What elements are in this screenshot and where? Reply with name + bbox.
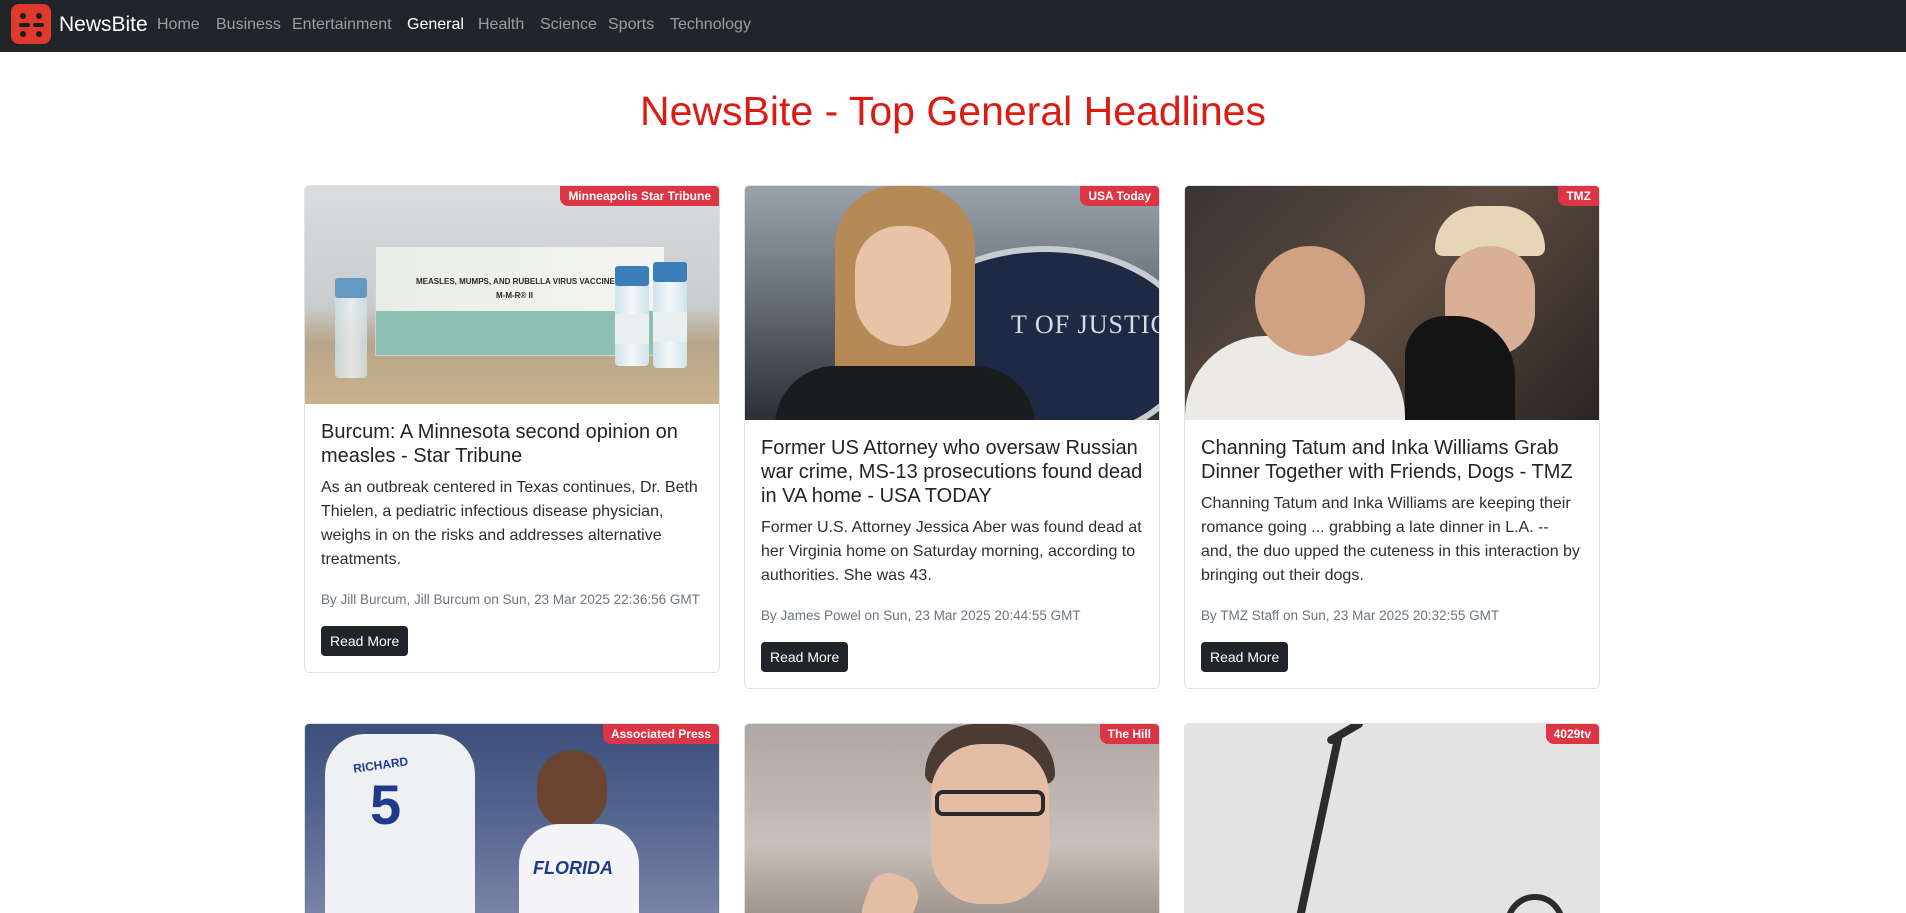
brand-name[interactable]: NewsBite [59, 12, 148, 38]
article-meta: By TMZ Staff on Sun, 23 Mar 2025 20:32:5… [1201, 608, 1500, 623]
article-card: Associated Press RICHARD 5 FLORIDA [304, 723, 720, 913]
article-description: As an outbreak centered in Texas continu… [321, 479, 698, 568]
read-more-button[interactable]: Read More [321, 626, 409, 656]
jersey-team: FLORIDA [533, 858, 613, 878]
scooter-stem [1295, 733, 1343, 913]
face [931, 744, 1049, 904]
source-badge: Associated Press [602, 724, 719, 744]
nav-link-business[interactable]: Business [216, 14, 281, 36]
article-meta: By James Powel on Sun, 23 Mar 2025 20:44… [761, 608, 1081, 623]
seal-text: T OF JUSTIC [1011, 310, 1159, 339]
navbar: NewsBite Home Business Entertainment Gen… [0, 0, 1906, 52]
vial [335, 278, 367, 378]
source-badge: USA Today [1080, 186, 1159, 206]
card-body: Former US Attorney who oversaw Russian w… [745, 420, 1159, 688]
face [855, 226, 951, 346]
article-card: The Hill [744, 723, 1160, 913]
source-badge: Minneapolis Star Tribune [560, 186, 719, 206]
scooter-handle [1325, 724, 1365, 746]
article-image[interactable]: 4029tv [1185, 724, 1599, 913]
article-image[interactable]: Associated Press RICHARD 5 FLORIDA [305, 724, 719, 913]
source-badge: 4029tv [1545, 724, 1599, 744]
man-head [1255, 246, 1365, 356]
article-image[interactable]: USA Today T OF JUSTIC [745, 186, 1159, 420]
article-title[interactable]: Channing Tatum and Inka Williams Grab Di… [1201, 436, 1583, 484]
nav-link-sports[interactable]: Sports [608, 14, 654, 36]
nav-link-home[interactable]: Home [157, 14, 200, 36]
vial [615, 266, 649, 366]
article-meta: By Jill Burcum, Jill Burcum on Sun, 23 M… [321, 592, 700, 607]
scooter-wheel [1505, 894, 1565, 913]
card-body: Channing Tatum and Inka Williams Grab Di… [1185, 420, 1599, 688]
glasses-icon [935, 790, 1045, 816]
player-jersey: RICHARD 5 [325, 734, 475, 913]
article-card: Minneapolis Star Tribune MEASLES, MUMPS,… [304, 185, 720, 673]
page-title: NewsBite - Top General Headlines [640, 88, 1266, 134]
article-card: 4029tv [1184, 723, 1600, 913]
read-more-button[interactable]: Read More [1201, 642, 1289, 672]
nav-link-health[interactable]: Health [478, 14, 524, 36]
jersey-number: 5 [370, 773, 402, 836]
article-description: Former U.S. Attorney Jessica Aber was fo… [761, 519, 1142, 584]
source-badge: The Hill [1099, 724, 1159, 744]
jacket [775, 366, 1035, 420]
dice-logo-icon[interactable] [11, 4, 51, 44]
article-title[interactable]: Former US Attorney who oversaw Russian w… [761, 436, 1143, 508]
player-jersey: FLORIDA [519, 824, 639, 913]
article-card: USA Today T OF JUSTIC Former US Attorney… [744, 185, 1160, 689]
article-image[interactable]: TMZ [1185, 186, 1599, 420]
read-more-button[interactable]: Read More [761, 642, 849, 672]
article-title[interactable]: Burcum: A Minnesota second opinion on me… [321, 420, 703, 468]
source-badge: TMZ [1558, 186, 1599, 206]
article-card: TMZ Channing Tatum and Inka Williams Gra… [1184, 185, 1600, 689]
article-description: Channing Tatum and Inka Williams are kee… [1201, 495, 1580, 584]
nav-link-general[interactable]: General [407, 14, 464, 36]
card-body: Burcum: A Minnesota second opinion on me… [305, 404, 719, 672]
nav-link-entertainment[interactable]: Entertainment [292, 14, 392, 36]
vial [653, 262, 687, 368]
vaccine-label: MEASLES, MUMPS, AND RUBELLA VIRUS VACCIN… [416, 277, 635, 286]
nav-link-science[interactable]: Science [540, 14, 597, 36]
hand [856, 867, 924, 913]
nav-link-technology[interactable]: Technology [670, 14, 751, 36]
article-image[interactable]: The Hill [745, 724, 1159, 913]
player-head [537, 750, 607, 830]
vaccine-brand: M-M-R® II [496, 291, 533, 300]
article-image[interactable]: Minneapolis Star Tribune MEASLES, MUMPS,… [305, 186, 719, 404]
